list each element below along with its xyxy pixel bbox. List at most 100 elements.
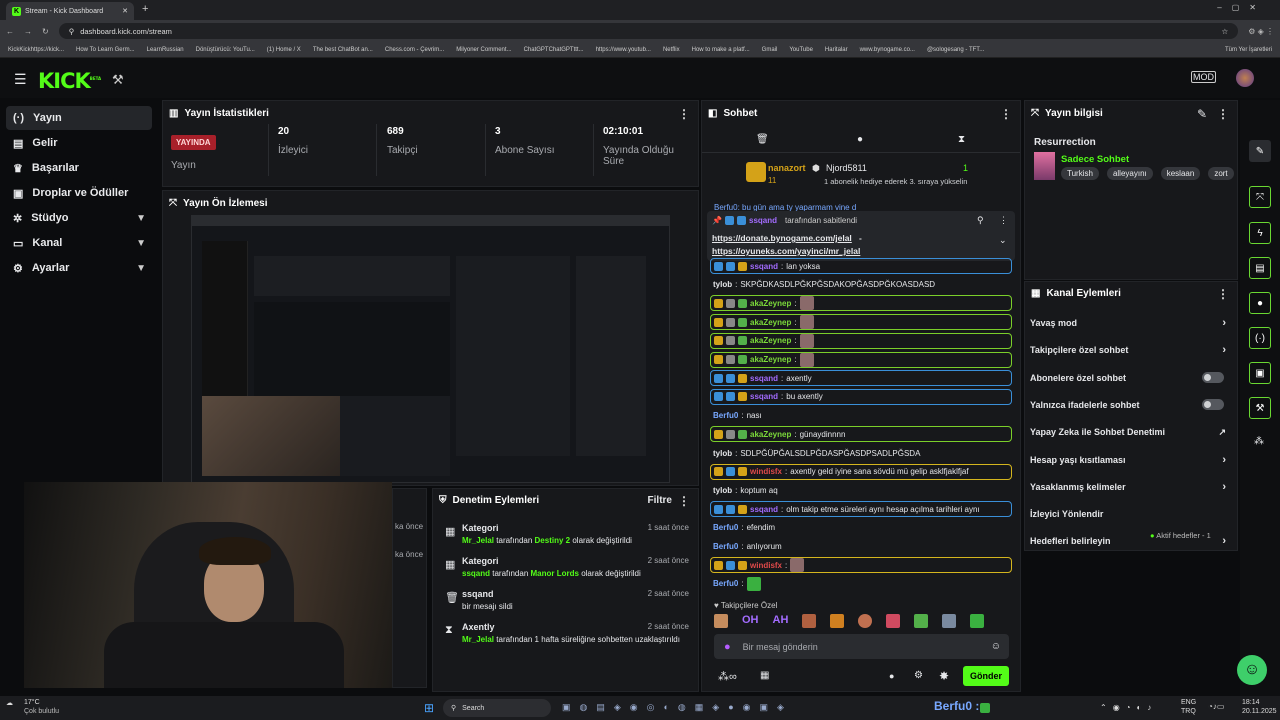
chat-input[interactable]: ● Bir mesaj gönderin ☺ <box>714 634 1009 659</box>
chat-message[interactable]: ssqand: olm takip etme süreleri aynı hesa… <box>710 501 1012 518</box>
chat-username[interactable]: ssqand <box>750 505 778 514</box>
chat-message[interactable]: akaZeynep: <box>710 332 1012 349</box>
sidebar-item-yayin[interactable]: (·) Yayın <box>6 106 152 130</box>
channel-action-item[interactable]: İzleyici Yönlendir <box>1030 506 1230 522</box>
support-chat-button[interactable]: ☺ <box>1237 655 1267 685</box>
channel-action-item[interactable]: Yapay Zeka ile Sohbet Denetimi ↗ <box>1030 424 1230 440</box>
clipboard-icon[interactable]: ▤ <box>1249 257 1271 279</box>
channel-action-item[interactable]: Takipçilere özel sohbet › <box>1030 342 1230 358</box>
chat-message[interactable]: Berfu0: anlıyorum <box>710 539 1012 555</box>
chat-message[interactable]: Berfu0: <box>710 576 1012 592</box>
taskbar-search[interactable]: ⚲ Search <box>443 699 551 717</box>
more-options-icon[interactable]: ⋮ <box>1217 107 1229 121</box>
stream-preview-video[interactable] <box>191 215 670 483</box>
weather-icon[interactable]: ☁ <box>6 699 13 707</box>
emote-icon[interactable]: AH <box>773 614 789 630</box>
sidebar-item-kanal[interactable]: ▭ Kanal ▼ <box>6 231 152 255</box>
bookmark-item[interactable]: (1) Home / X <box>267 47 301 53</box>
pinned-link[interactable]: https://donate.bynogame.com/jelal <box>712 233 852 243</box>
browser-tab[interactable]: K Stream - Kick Dashboard ✕ <box>6 2 134 20</box>
star-icon[interactable]: ☆ <box>1221 27 1228 36</box>
chat-message[interactable]: tylob: koptum aq <box>710 482 1012 498</box>
chat-message[interactable]: akaZeynep: günaydinnnn <box>710 426 1012 443</box>
hamburger-menu-icon[interactable]: ☰ <box>14 71 27 88</box>
tools-icon[interactable]: ⚒ <box>112 72 124 88</box>
emote-icon[interactable] <box>914 614 929 628</box>
category-name[interactable]: Sadece Sohbet <box>1061 154 1129 165</box>
chat-username[interactable]: tylob <box>713 486 732 495</box>
emote-icon[interactable] <box>830 614 845 628</box>
all-bookmarks[interactable]: Tüm Yer İşaretleri <box>1225 47 1272 53</box>
bookmark-item[interactable]: How to make a platf... <box>692 47 750 53</box>
broadcast-icon[interactable]: (·) <box>1249 327 1271 349</box>
emote-icon[interactable] <box>802 614 817 628</box>
tray-icons[interactable]: ⌃◉◔◐♪ <box>1100 703 1157 712</box>
apps-icon[interactable]: ⁂ <box>1254 436 1264 447</box>
chat-username[interactable]: akaZeynep <box>750 430 791 439</box>
forward-icon[interactable]: → <box>24 27 32 36</box>
badge-settings-icon[interactable]: ✸ <box>939 669 949 683</box>
pin-icon[interactable]: ⚲ <box>977 215 984 226</box>
chat-message[interactable]: ssqand: bu axently <box>710 388 1012 405</box>
start-icon[interactable]: ⊞ <box>424 701 434 715</box>
chat-username[interactable]: windisfx <box>750 561 782 570</box>
chat-bubble-icon[interactable]: ● <box>889 671 894 681</box>
new-tab-button[interactable]: + <box>142 3 148 15</box>
chat-username[interactable]: windisfx <box>750 467 782 476</box>
more-options-icon[interactable]: ⋮ <box>1217 287 1229 301</box>
channel-action-item[interactable]: Abonelere özel sohbet <box>1030 370 1230 386</box>
chat-message[interactable]: ssqand: axently <box>710 370 1012 387</box>
taskbar-apps[interactable]: ▣◍▤◈◉◎◐◍▦◈●◉▣◈ <box>562 702 793 713</box>
emote-icon[interactable] <box>858 614 873 628</box>
bookmark-item[interactable]: YouTube <box>789 47 813 53</box>
chat-message[interactable]: Berfu0: nası <box>710 408 1012 424</box>
channel-action-item[interactable]: Yasaklanmış kelimeler › <box>1030 479 1230 495</box>
chat-username[interactable]: akaZeynep <box>750 336 791 345</box>
reload-icon[interactable]: ↻ <box>42 27 49 36</box>
chat-username[interactable]: Berfu0 <box>713 523 738 532</box>
chat-message[interactable]: ssqand: lan yoksa <box>710 258 1012 274</box>
avatar[interactable] <box>1236 69 1254 87</box>
tag[interactable]: alleyayını <box>1106 167 1153 180</box>
bookmark-item[interactable]: Milyoner Comment... <box>456 47 511 53</box>
points-icon[interactable]: ⁂∞ <box>718 670 737 683</box>
pinned-message[interactable]: 📌 ssqand tarafından sabitlendi ⚲ ⋮ https… <box>707 211 1015 261</box>
settings-icon[interactable]: ⚙ <box>914 670 923 681</box>
emote-icon[interactable] <box>970 614 985 628</box>
tag[interactable]: Turkish <box>1061 167 1099 180</box>
chat-message[interactable]: Berfu0: efendim <box>710 520 1012 536</box>
chat-bubble-icon[interactable]: ● <box>857 134 863 145</box>
chat-username[interactable]: Berfu0 <box>713 411 738 420</box>
pinned-link[interactable]: https://oyuneks.com/yayinci/mr_jelal <box>712 246 860 256</box>
bookmark-item[interactable]: Gmail <box>762 47 778 53</box>
hourglass-icon[interactable]: ⧗ <box>958 134 965 145</box>
bookmark-item[interactable]: How To Learn Germ... <box>76 47 135 53</box>
tag[interactable]: keslaan <box>1160 167 1201 180</box>
sidebar-item-ayarlar[interactable]: ⚙ Ayarlar ▼ <box>6 256 152 280</box>
bookmark-item[interactable]: Netflix <box>663 47 680 53</box>
chevron-down-icon[interactable]: ⌄ <box>999 235 1007 246</box>
filter-button[interactable]: Filtre <box>648 495 672 506</box>
toggle-switch[interactable] <box>1202 399 1224 411</box>
monitor-icon[interactable]: ▣ <box>1249 362 1271 384</box>
bookmark-item[interactable]: LearnRussian <box>147 47 184 53</box>
chat-username[interactable]: ssqand <box>750 262 778 271</box>
back-icon[interactable]: ← <box>6 27 14 36</box>
close-icon[interactable]: ✕ <box>122 7 128 15</box>
emoji-icon[interactable]: ☺ <box>991 641 1001 652</box>
chat-message[interactable]: akaZeynep: <box>710 351 1012 368</box>
more-options-icon[interactable]: ⋮ <box>678 494 690 508</box>
window-controls[interactable]: –▢✕ <box>1217 3 1266 12</box>
chat-username[interactable]: akaZeynep <box>750 318 791 327</box>
tag[interactable]: zort <box>1208 167 1234 180</box>
toggle-switch[interactable] <box>1202 372 1224 384</box>
store-icon[interactable]: ▦ <box>760 670 769 681</box>
bookmark-item[interactable]: KickKickhttps://kick... <box>8 47 64 53</box>
sidebar-item-gelir[interactable]: ▤ Gelir <box>6 131 152 155</box>
mod-view-icon[interactable]: MOD <box>1191 71 1216 83</box>
wifi-icon[interactable]: ◔♪▭ <box>1208 702 1224 711</box>
bookmark-item[interactable]: Chess.com - Çevrim... <box>385 47 444 53</box>
bookmark-item[interactable]: @sologesang - TFT... <box>927 47 984 53</box>
chat-username[interactable]: akaZeynep <box>750 355 791 364</box>
chat-username[interactable]: Berfu0 <box>713 542 738 551</box>
